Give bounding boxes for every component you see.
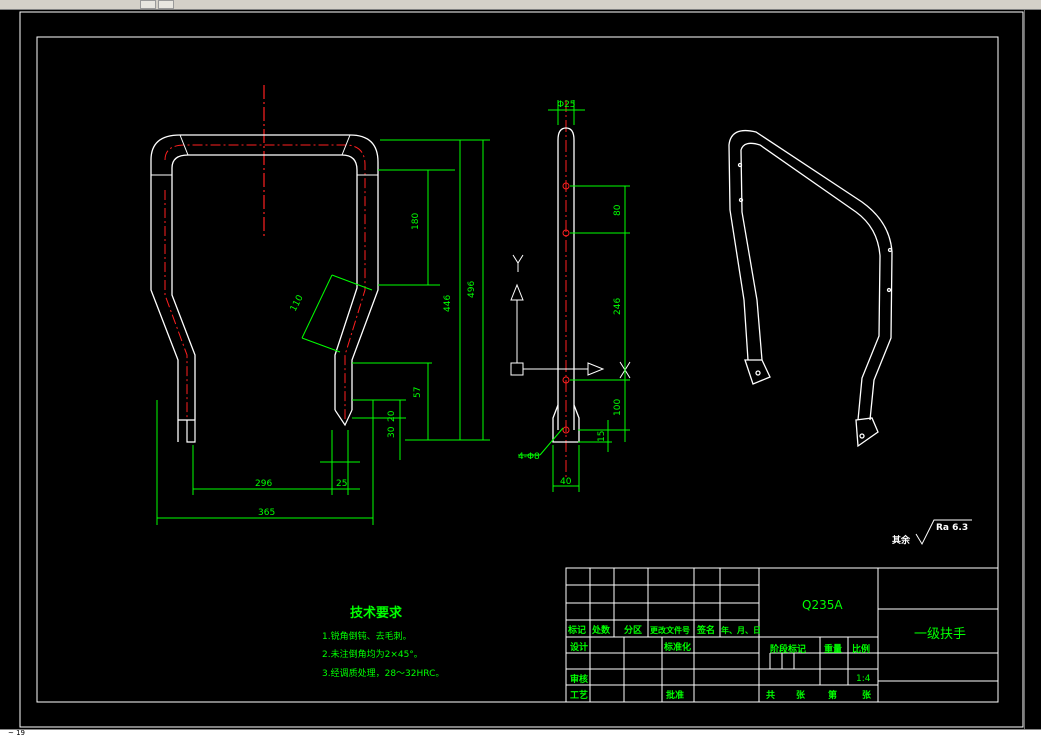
left-flat-end — [178, 419, 196, 443]
dim-365: 365 — [258, 508, 275, 518]
tb-scale: 1:4 — [856, 674, 871, 684]
front-view: 180 110 446 496 57 20 30 296 25 365 — [150, 85, 490, 525]
surface-roughness-symbol: 其余 Ra 6.3 — [892, 519, 972, 546]
dim-296: 296 — [255, 479, 272, 489]
dim-110: 110 — [289, 293, 306, 313]
tb-label: 处数 — [591, 624, 611, 636]
tb-sheet-total: 共 — [766, 689, 775, 701]
dim-80: 80 — [613, 204, 623, 216]
tech-item: 3.经调质处理，28～32HRC。 — [322, 667, 444, 679]
dim-57: 57 — [413, 387, 423, 398]
tb-design: 设计 — [570, 641, 588, 653]
tech-item: 1.锐角倒钝、去毛刺。 — [322, 630, 412, 642]
tech-item: 2.未注倒角均为2×45°。 — [322, 648, 423, 660]
tb-label: 年、月、日 — [721, 625, 761, 635]
toolbar-button[interactable] — [158, 0, 174, 9]
tube-inner — [171, 154, 358, 420]
technical-requirements: 技术要求 1.锐角倒钝、去毛刺。 2.未注倒角均为2×45°。 3.经调质处理，… — [322, 605, 444, 679]
tb-review: 审核 — [570, 673, 588, 685]
dim-180: 180 — [411, 213, 421, 230]
right-flat-end — [334, 409, 353, 427]
dim-496: 496 — [467, 281, 477, 298]
tb-label: 更改文件号 — [650, 625, 690, 635]
dim-phi25: Φ25 — [557, 100, 576, 110]
tb-label: 签名 — [696, 624, 715, 636]
viewport-border — [19, 11, 1024, 728]
roughness-label: 其余 — [892, 534, 911, 546]
tech-title: 技术要求 — [350, 605, 403, 621]
tb-weight: 重量 — [824, 643, 842, 655]
ucs-icon — [510, 254, 631, 379]
tb-label: 分区 — [624, 624, 642, 636]
cad-drawing: 180 110 446 496 57 20 30 296 25 365 Φ25 … — [19, 11, 1024, 728]
tb-stage-mark: 阶段标记 — [770, 643, 806, 655]
dim-25: 25 — [336, 479, 347, 489]
dim-holes: 4-Φ8 — [518, 452, 540, 462]
dim-446: 446 — [443, 295, 453, 312]
drawing-viewport[interactable]: 180 110 446 496 57 20 30 296 25 365 Φ25 … — [0, 10, 1041, 729]
dim-20: 20 — [387, 410, 397, 422]
dim-30: 30 — [387, 426, 397, 438]
dim-246: 246 — [613, 298, 623, 315]
tb-scale-label: 比例 — [852, 643, 870, 655]
side-view: Φ25 80 246 100 15 4-Φ8 40 — [510, 100, 631, 492]
roughness-value: Ra 6.3 — [936, 523, 968, 533]
tb-part-name: 一级扶手 — [914, 627, 966, 642]
tb-sheet-no: 第 — [828, 689, 837, 701]
tb-material: Q235A — [802, 598, 843, 612]
tb-approve: 批准 — [666, 689, 684, 701]
dim-40: 40 — [560, 477, 572, 487]
vertical-scrollbar[interactable] — [1024, 10, 1041, 729]
application-toolbar — [0, 0, 1041, 10]
tb-standardize: 标准化 — [663, 641, 691, 653]
tb-label: 标记 — [567, 624, 586, 636]
toolbar-button[interactable] — [140, 0, 156, 9]
dim-100: 100 — [613, 399, 623, 416]
title-block-text: 标记 处数 分区 更改文件号 签名 年、月、日 设计 标准化 审核 工艺 批准 … — [567, 598, 966, 701]
tb-sheet-unit2: 张 — [862, 689, 872, 701]
dim-15: 15 — [597, 431, 607, 442]
tb-process: 工艺 — [570, 689, 588, 701]
tb-sheet-unit: 张 — [796, 689, 806, 701]
isometric-view — [728, 129, 893, 448]
